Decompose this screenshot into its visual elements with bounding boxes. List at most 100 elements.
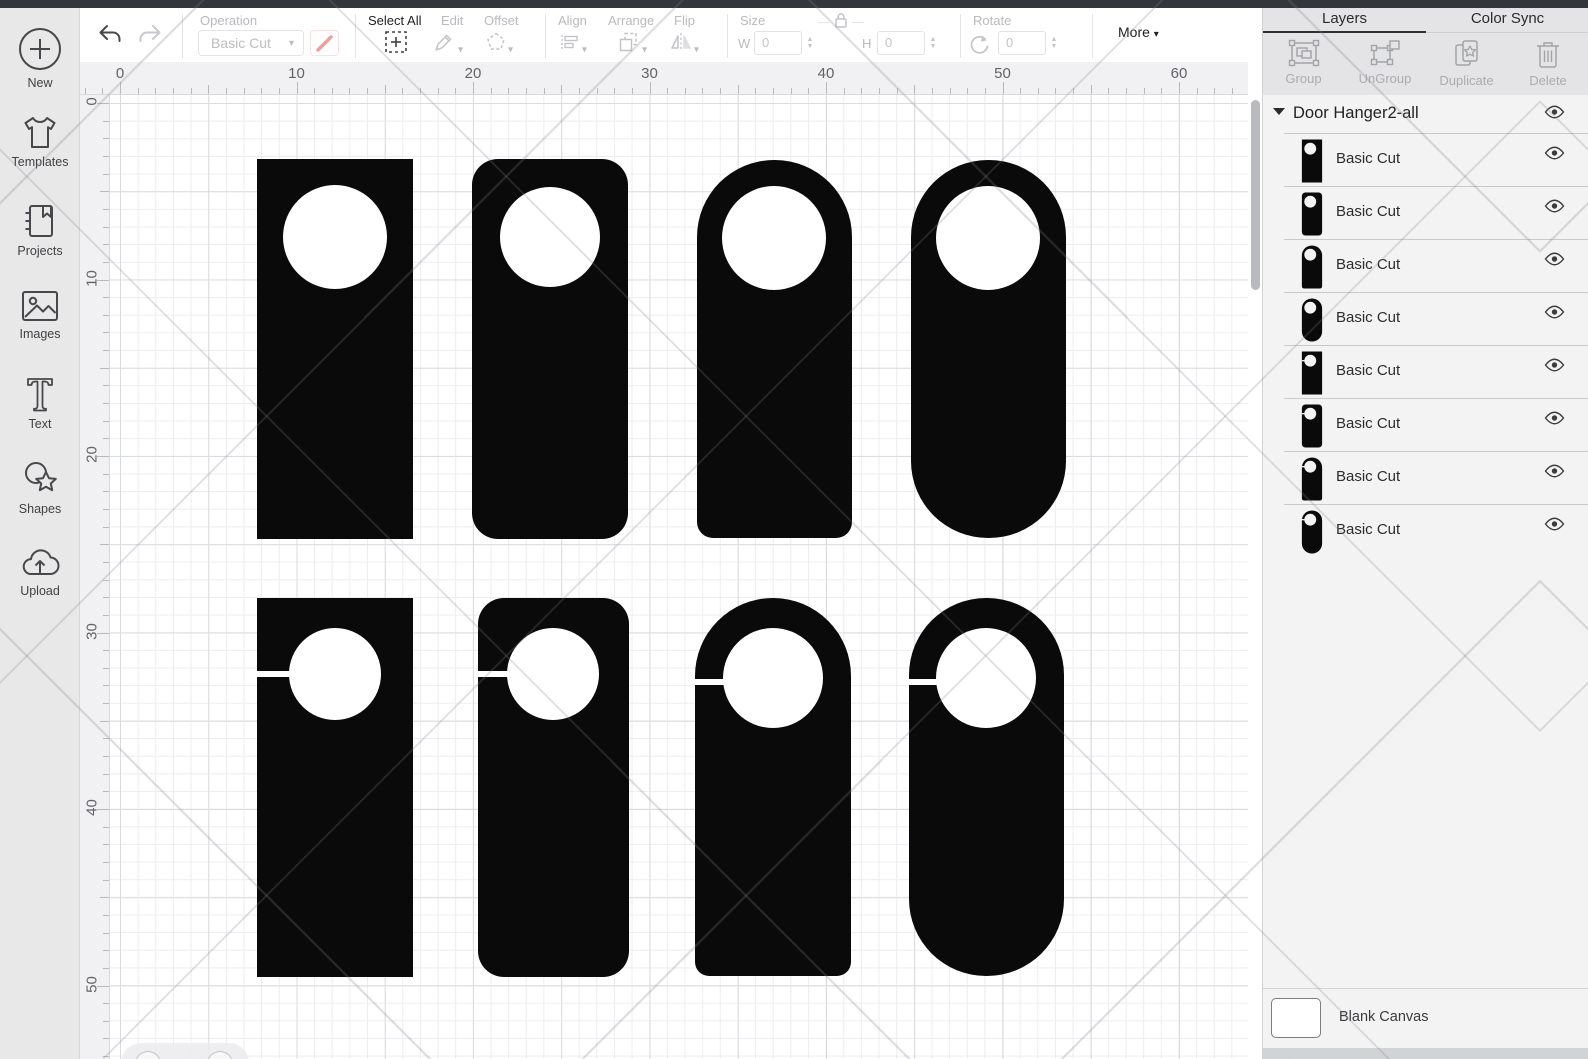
ruler-tick — [103, 403, 109, 405]
notebook-icon — [0, 202, 80, 240]
door-hanger-shapes[interactable] — [110, 95, 1248, 1059]
layer-row[interactable]: Basic Cut — [1263, 452, 1588, 505]
door-hanger-capsule[interactable] — [911, 160, 1066, 538]
door-hanger-capsule-slit[interactable] — [909, 598, 1064, 976]
ruler-tick — [103, 350, 109, 352]
layer-row[interactable]: Basic Cut — [1263, 187, 1588, 240]
action-label: UnGroup — [1358, 71, 1412, 86]
operation-color-swatch[interactable] — [310, 30, 339, 56]
divider — [1092, 14, 1093, 58]
door-hanger-rect-slit[interactable] — [257, 598, 413, 977]
layer-row[interactable]: Basic Cut — [1263, 505, 1588, 558]
door-hanger-arch[interactable] — [697, 160, 852, 538]
layer-row[interactable]: Basic Cut — [1263, 134, 1588, 187]
canvas-zoom-controls[interactable] — [121, 1043, 249, 1059]
layer-group-row[interactable]: Door Hanger2-all — [1263, 95, 1588, 134]
ruler-tick — [155, 88, 157, 94]
align-icon[interactable]: ▾ — [558, 30, 587, 59]
ungroup-button[interactable]: UnGroup — [1345, 38, 1426, 86]
sidebar-item-shapes[interactable]: Shapes — [0, 460, 80, 516]
door-hanger-rect[interactable] — [257, 159, 413, 539]
rotate-input[interactable]: 0 — [998, 31, 1046, 55]
visibility-eye-icon[interactable] — [1544, 411, 1565, 430]
ruler-tick — [667, 88, 669, 94]
height-input[interactable]: 0 — [877, 31, 925, 55]
rotate-stepper[interactable]: ▲ ▼ — [1048, 32, 1060, 54]
ruler-tick — [1196, 88, 1198, 94]
ruler-tick — [278, 88, 280, 94]
sidebar-item-templates[interactable]: Templates — [0, 115, 80, 169]
undo-icon[interactable] — [96, 22, 124, 53]
new-icon — [0, 26, 80, 72]
blank-canvas-row[interactable]: Blank Canvas — [1263, 989, 1588, 1048]
layer-row[interactable]: Basic Cut — [1263, 293, 1588, 346]
step-down-icon: ▼ — [929, 42, 937, 50]
sidebar-item-new[interactable]: New — [0, 26, 80, 90]
visibility-eye-icon[interactable] — [1544, 105, 1565, 124]
visibility-eye-icon[interactable] — [1544, 146, 1565, 165]
layer-row[interactable]: Basic Cut — [1263, 346, 1588, 399]
divider — [182, 14, 183, 58]
zoom-in-icon[interactable] — [207, 1051, 233, 1059]
group-button[interactable]: Group — [1263, 38, 1344, 86]
size-lock-icon[interactable] — [818, 10, 864, 35]
visibility-eye-icon[interactable] — [1544, 358, 1565, 377]
more-button[interactable]: More ▾ — [1118, 24, 1159, 40]
ruler-tick — [103, 667, 109, 669]
zoom-out-icon[interactable] — [135, 1051, 161, 1059]
select-all-icon[interactable] — [384, 30, 408, 59]
ruler-tick — [103, 1003, 109, 1005]
width-stepper[interactable]: ▲ ▼ — [804, 32, 816, 54]
edit-pencil-icon[interactable]: ▾ — [432, 30, 463, 59]
visibility-eye-icon[interactable] — [1544, 305, 1565, 324]
sidebar-item-images[interactable]: Images — [0, 289, 80, 341]
divider — [545, 14, 546, 58]
layer-row[interactable]: Basic Cut — [1263, 399, 1588, 452]
ruler-tick — [103, 1038, 109, 1040]
ruler-tick — [1002, 82, 1004, 94]
visibility-eye-icon[interactable] — [1544, 199, 1565, 218]
tab-layers[interactable]: Layers — [1263, 8, 1426, 33]
offset-icon[interactable]: ▾ — [484, 30, 513, 59]
duplicate-button[interactable]: Duplicate — [1426, 38, 1507, 88]
redo-icon[interactable] — [136, 22, 164, 53]
visibility-eye-icon[interactable] — [1544, 517, 1565, 536]
vertical-scrollbar[interactable] — [1251, 100, 1260, 290]
arrange-label: Arrange — [608, 13, 655, 28]
tab-color-sync[interactable]: Color Sync — [1426, 8, 1588, 33]
rotate-icon[interactable] — [966, 32, 992, 61]
sidebar-item-upload[interactable]: Upload — [0, 546, 80, 598]
visibility-eye-icon[interactable] — [1544, 464, 1565, 483]
ruler-tick — [103, 208, 109, 210]
visibility-eye-icon[interactable] — [1544, 252, 1565, 271]
ruler-tick — [103, 844, 109, 846]
ruler-tick — [103, 491, 109, 493]
sidebar-item-projects[interactable]: Projects — [0, 202, 80, 258]
width-input[interactable]: 0 — [754, 31, 802, 55]
ruler-tick — [790, 88, 792, 94]
blank-canvas-thumbnail[interactable] — [1271, 998, 1321, 1038]
ruler-tick — [103, 773, 109, 775]
ruler-tick — [314, 88, 316, 94]
panel-footer-strip — [1263, 1048, 1588, 1059]
layer-row[interactable]: Basic Cut — [1263, 240, 1588, 293]
operation-select[interactable]: Basic Cut ▾ — [198, 30, 304, 56]
door-hanger-rounded-slit[interactable] — [478, 598, 629, 977]
arrange-icon[interactable]: ▾ — [616, 30, 647, 59]
design-canvas[interactable] — [110, 95, 1248, 1059]
blank-canvas-label: Blank Canvas — [1339, 1009, 1429, 1025]
flip-icon[interactable]: ▾ — [668, 30, 699, 59]
layer-group-name: Door Hanger2-all — [1293, 104, 1419, 122]
door-hanger-arch-slit[interactable] — [695, 598, 851, 976]
height-stepper[interactable]: ▲ ▼ — [927, 32, 939, 54]
delete-button[interactable]: Delete — [1508, 38, 1588, 88]
door-hanger-rounded[interactable] — [472, 159, 628, 539]
doorknob-hole — [283, 185, 387, 289]
layer-actions: Group UnGroup Duplicate Delete — [1263, 33, 1588, 95]
sidebar-item-text[interactable]: Text — [0, 375, 80, 431]
ruler-tick — [878, 88, 880, 94]
collapse-triangle-icon[interactable] — [1273, 108, 1285, 115]
step-up-icon: ▲ — [806, 35, 814, 43]
ruler-tick — [684, 88, 686, 94]
ruler-tick — [190, 88, 192, 94]
